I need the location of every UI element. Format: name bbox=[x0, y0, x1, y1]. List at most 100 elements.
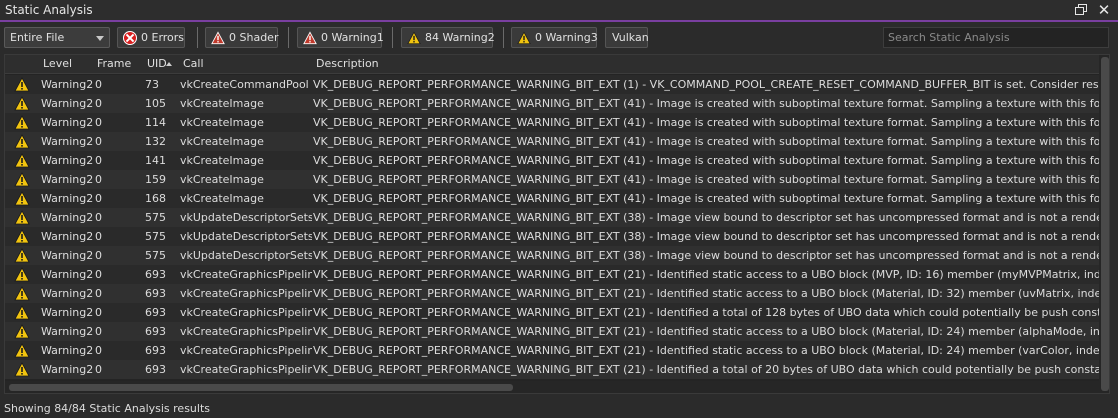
cell-level: Warning2 bbox=[41, 116, 94, 129]
filter-errors-button[interactable]: 0 Errors bbox=[117, 27, 185, 48]
cell-level: Warning2 bbox=[41, 78, 94, 91]
table-row[interactable]: Warning20 693 vkCreateGraphicsPipelinesVK_… bbox=[5, 341, 1099, 360]
status-bar: Showing 84/84 Static Analysis results bbox=[0, 398, 1118, 418]
table-row[interactable]: Warning2 0 575 vkUpdateDescriptorSets VK_DEB… bbox=[5, 227, 1099, 246]
filter-vulkan-button[interactable]: Vulkan bbox=[605, 27, 649, 48]
filter-warning2-button[interactable]: 84 Warning2 bbox=[401, 27, 495, 48]
column-header-call[interactable]: Call bbox=[183, 57, 204, 70]
cell-level: Warning2 bbox=[41, 135, 94, 148]
table-row[interactable]: Warning2 0 575 vkUpdateDescriptorSets VK_DEB… bbox=[5, 246, 1099, 265]
cell-level: Warning2 bbox=[41, 268, 94, 281]
table-row[interactable]: Warning2 0 114 vkCreateImage VK_DEBUG_REPORT… bbox=[5, 113, 1099, 132]
cell-frame: 0 bbox=[95, 173, 102, 186]
column-header-uid[interactable]: UID bbox=[147, 57, 167, 70]
cell-uid: 575 bbox=[145, 211, 166, 224]
column-header-level[interactable]: Level bbox=[43, 57, 72, 70]
cell-level: Warning2 bbox=[41, 249, 94, 262]
horizontal-scrollbar[interactable] bbox=[5, 381, 1099, 393]
table-row[interactable]: Warning20 693 vkCreateGraphicsPipelinesVK_… bbox=[5, 284, 1099, 303]
cell-call: vkCreateImage bbox=[180, 97, 264, 110]
cell-uid: 73 bbox=[145, 78, 159, 91]
cell-uid: 693 bbox=[145, 268, 166, 281]
window-title: Static Analysis bbox=[5, 3, 93, 17]
warning-icon bbox=[14, 324, 30, 339]
cell-level: Warning2 bbox=[41, 154, 94, 167]
cell-call: vkCreateCommandPool bbox=[180, 78, 309, 91]
column-header-description[interactable]: Description bbox=[316, 57, 379, 70]
cell-frame: 0 bbox=[95, 268, 102, 281]
cell-description: VK_DEBUG_REPORT_PERFORMANCE_WARNING_BIT_… bbox=[313, 173, 1099, 186]
filter-shader-button[interactable]: 0 Shader bbox=[205, 27, 278, 48]
scope-select[interactable]: Entire File bbox=[4, 27, 110, 48]
cell-level: Warning2 bbox=[41, 230, 94, 243]
cell-frame: 0 bbox=[95, 211, 102, 224]
table-row[interactable]: Warning2 0 132 vkCreateImage VK_DEBUG_REPORT… bbox=[5, 132, 1099, 151]
cell-call: vkCreateGraphicsPipelines bbox=[180, 306, 312, 319]
cell-description: VK_DEBUG_REPORT_PERFORMANCE_WARNING_BIT_… bbox=[313, 325, 1099, 338]
cell-uid: 693 bbox=[145, 344, 166, 357]
cell-call: vkUpdateDescriptorSets bbox=[180, 211, 312, 224]
toolbar-separator bbox=[503, 27, 504, 48]
cell-description: VK_DEBUG_REPORT_PERFORMANCE_WARNING_BIT_… bbox=[313, 116, 1099, 129]
search-input[interactable] bbox=[883, 27, 1109, 48]
cell-description: VK_DEBUG_REPORT_PERFORMANCE_WARNING_BIT_… bbox=[313, 230, 1099, 243]
cell-call: vkCreateGraphicsPipelines bbox=[180, 287, 312, 300]
table-row[interactable]: Warning20 693 vkCreateGraphicsPipelinesVK_… bbox=[5, 360, 1099, 379]
cell-frame: 0 bbox=[95, 230, 102, 243]
vertical-scrollbar-thumb[interactable] bbox=[1101, 57, 1109, 391]
cell-description: VK_DEBUG_REPORT_PERFORMANCE_WARNING_BIT_… bbox=[313, 306, 1099, 319]
table-row[interactable]: Warning20 693 vkCreateGraphicsPipelinesVK_… bbox=[5, 322, 1099, 341]
cell-uid: 132 bbox=[145, 135, 166, 148]
results-table[interactable]: Level Frame UID Call Description Warning… bbox=[4, 54, 1110, 394]
table-row[interactable]: Warning2 0 159 vkCreateImage VK_DEBUG_REPORT… bbox=[5, 170, 1099, 189]
vertical-scrollbar[interactable] bbox=[1099, 55, 1109, 393]
toolbar-separator bbox=[392, 27, 393, 48]
cell-call: vkCreateImage bbox=[180, 116, 264, 129]
cell-uid: 693 bbox=[145, 325, 166, 338]
cell-frame: 0 bbox=[95, 363, 102, 376]
table-row[interactable]: Warning2 0 73 vkCreateCommandPool VK_DEBUG_R… bbox=[5, 75, 1099, 94]
cell-call: vkCreateGraphicsPipelines bbox=[180, 344, 312, 357]
cell-uid: 575 bbox=[145, 249, 166, 262]
warning-icon bbox=[14, 305, 30, 320]
cell-uid: 114 bbox=[145, 116, 166, 129]
toolbar-separator bbox=[197, 27, 198, 48]
cell-level: Warning2 bbox=[41, 306, 94, 319]
warning-icon bbox=[14, 343, 30, 358]
horizontal-scrollbar-thumb[interactable] bbox=[9, 384, 513, 391]
cell-call: vkCreateGraphicsPipelines bbox=[180, 268, 312, 281]
close-icon[interactable]: ✕ bbox=[1096, 2, 1112, 18]
table-row[interactable]: Warning2 0 105 vkCreateImage VK_DEBUG_REPORT… bbox=[5, 94, 1099, 113]
filter-warning3-button[interactable]: 0 Warning3 bbox=[511, 27, 598, 48]
cell-frame: 0 bbox=[95, 325, 102, 338]
filter-warning1-button[interactable]: 0 Warning1 bbox=[297, 27, 384, 48]
table-row[interactable]: Warning2 0 141 vkCreateImage VK_DEBUG_REPORT… bbox=[5, 151, 1099, 170]
cell-description: VK_DEBUG_REPORT_PERFORMANCE_WARNING_BIT_… bbox=[313, 363, 1099, 376]
cell-uid: 159 bbox=[145, 173, 166, 186]
cell-level: Warning2 bbox=[41, 97, 94, 110]
table-row[interactable]: Warning20 693 vkCreateGraphicsPipelinesVK_… bbox=[5, 303, 1099, 322]
warning-icon bbox=[14, 286, 30, 301]
cell-description: VK_DEBUG_REPORT_PERFORMANCE_WARNING_BIT_… bbox=[313, 192, 1099, 205]
cell-uid: 575 bbox=[145, 230, 166, 243]
cell-description: VK_DEBUG_REPORT_PERFORMANCE_WARNING_BIT_… bbox=[313, 78, 1099, 91]
warning-icon bbox=[14, 77, 30, 92]
table-row[interactable]: Warning2 0 168 vkCreateImage VK_DEBUG_REPORT… bbox=[5, 189, 1099, 208]
cell-description: VK_DEBUG_REPORT_PERFORMANCE_WARNING_BIT_… bbox=[313, 287, 1099, 300]
cell-call: vkCreateImage bbox=[180, 135, 264, 148]
column-header-frame[interactable]: Frame bbox=[97, 57, 131, 70]
cell-frame: 0 bbox=[95, 287, 102, 300]
table-row[interactable]: Warning20 693 vkCreateGraphicsPipelinesVK_… bbox=[5, 265, 1099, 284]
warning-icon bbox=[14, 191, 30, 206]
cell-level: Warning2 bbox=[41, 363, 94, 376]
cell-call: vkCreateImage bbox=[180, 154, 264, 167]
filter-warning3-label: 0 Warning3 bbox=[535, 31, 598, 44]
cell-level: Warning2 bbox=[41, 192, 94, 205]
table-row[interactable]: Warning2 0 575 vkUpdateDescriptorSets VK_DEB… bbox=[5, 208, 1099, 227]
restore-icon[interactable] bbox=[1073, 2, 1089, 18]
cell-uid: 693 bbox=[145, 306, 166, 319]
cell-description: VK_DEBUG_REPORT_PERFORMANCE_WARNING_BIT_… bbox=[313, 268, 1099, 281]
warning-icon bbox=[14, 210, 30, 225]
warning-icon bbox=[14, 267, 30, 282]
cell-level: Warning2 bbox=[41, 211, 94, 224]
